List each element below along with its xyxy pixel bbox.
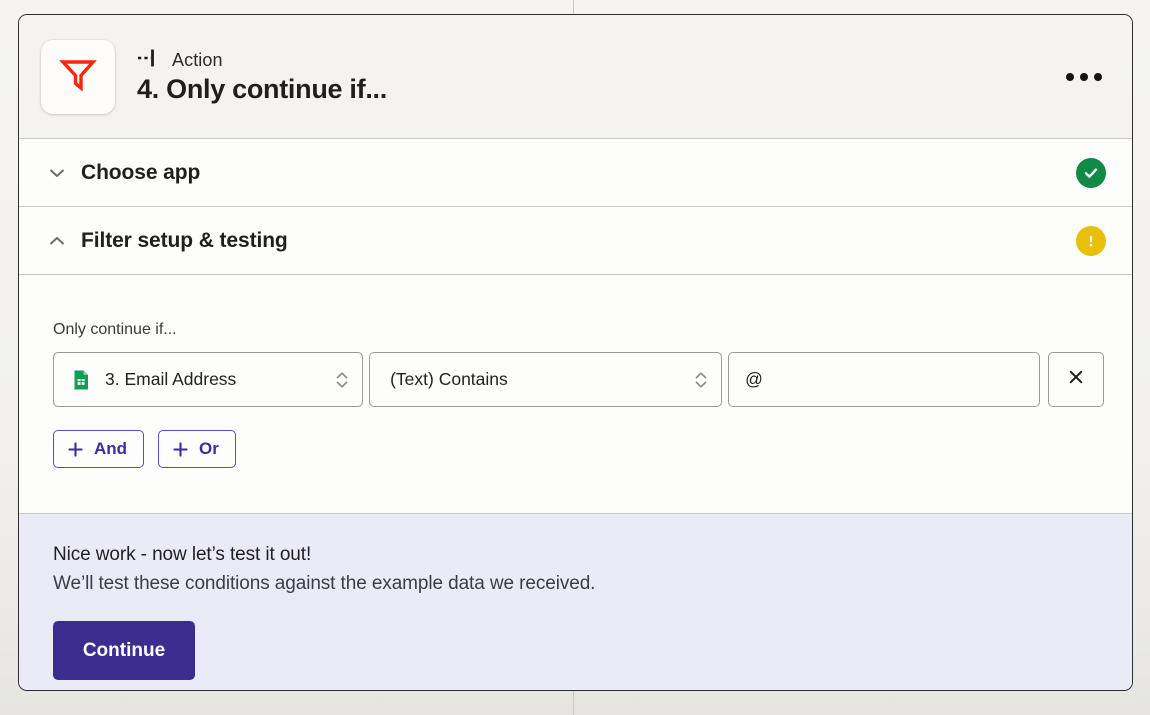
test-prompt-subtext: We’ll test these conditions against the … [53, 573, 596, 594]
page-title: 4. Only continue if... [137, 73, 387, 104]
app-icon-tile[interactable] [41, 39, 115, 114]
logic-buttons: And Or [53, 430, 1104, 468]
close-icon [1066, 367, 1086, 392]
check-circle-icon [1076, 157, 1106, 188]
condition-field-value: 3. Email Address [105, 369, 237, 389]
continue-button[interactable]: Continue [53, 621, 195, 680]
plus-icon [172, 441, 189, 458]
add-and-condition-button[interactable]: And [53, 430, 145, 468]
kebab-dot [1094, 72, 1102, 81]
test-prompt-headline: Nice work - now let’s test it out! [53, 544, 312, 565]
section-header-filter-setup[interactable]: Filter setup & testing [19, 207, 1132, 275]
step-type-label: Action [172, 49, 223, 70]
section-title-filter-setup: Filter setup & testing [81, 228, 288, 252]
step-header: Action 4. Only continue if... [19, 15, 1132, 139]
kebab-dot [1080, 72, 1088, 81]
section-header-choose-app[interactable]: Choose app [19, 139, 1132, 207]
plus-icon [67, 441, 84, 458]
warning-circle-icon [1076, 225, 1106, 256]
filter-setup-body: Only continue if... 3. Email Address (Te… [19, 275, 1132, 513]
condition-operator-select[interactable]: (Text) Contains [369, 352, 723, 407]
zapier-filter-icon [57, 53, 99, 100]
condition-field-select[interactable]: 3. Email Address [53, 352, 364, 407]
chevron-down-icon [47, 163, 67, 183]
only-continue-if-label: Only continue if... [53, 321, 177, 338]
kebab-dot [1066, 72, 1074, 81]
add-or-condition-label: Or [199, 439, 219, 458]
condition-value-input[interactable] [728, 352, 1041, 407]
up-down-chevron-icon [334, 369, 350, 391]
step-eyebrow: Action [137, 48, 1062, 73]
add-and-condition-label: And [94, 439, 128, 458]
up-down-chevron-icon [693, 369, 709, 391]
condition-operator-value: (Text) Contains [390, 369, 508, 389]
test-prompt-panel: Nice work - now let’s test it out! We’ll… [19, 513, 1132, 690]
more-options-button[interactable] [1062, 63, 1106, 91]
remove-condition-button[interactable] [1048, 352, 1104, 407]
step-header-text: Action 4. Only continue if... [137, 48, 1062, 106]
chevron-up-icon [47, 231, 67, 251]
filter-condition-row: 3. Email Address (Text) Contains [53, 352, 1104, 407]
action-step-icon [137, 48, 163, 73]
google-sheets-icon [70, 369, 92, 391]
zap-step-card: Action 4. Only continue if... Choose app [18, 14, 1133, 691]
section-title-choose-app: Choose app [81, 160, 201, 184]
add-or-condition-button[interactable]: Or [158, 430, 236, 468]
